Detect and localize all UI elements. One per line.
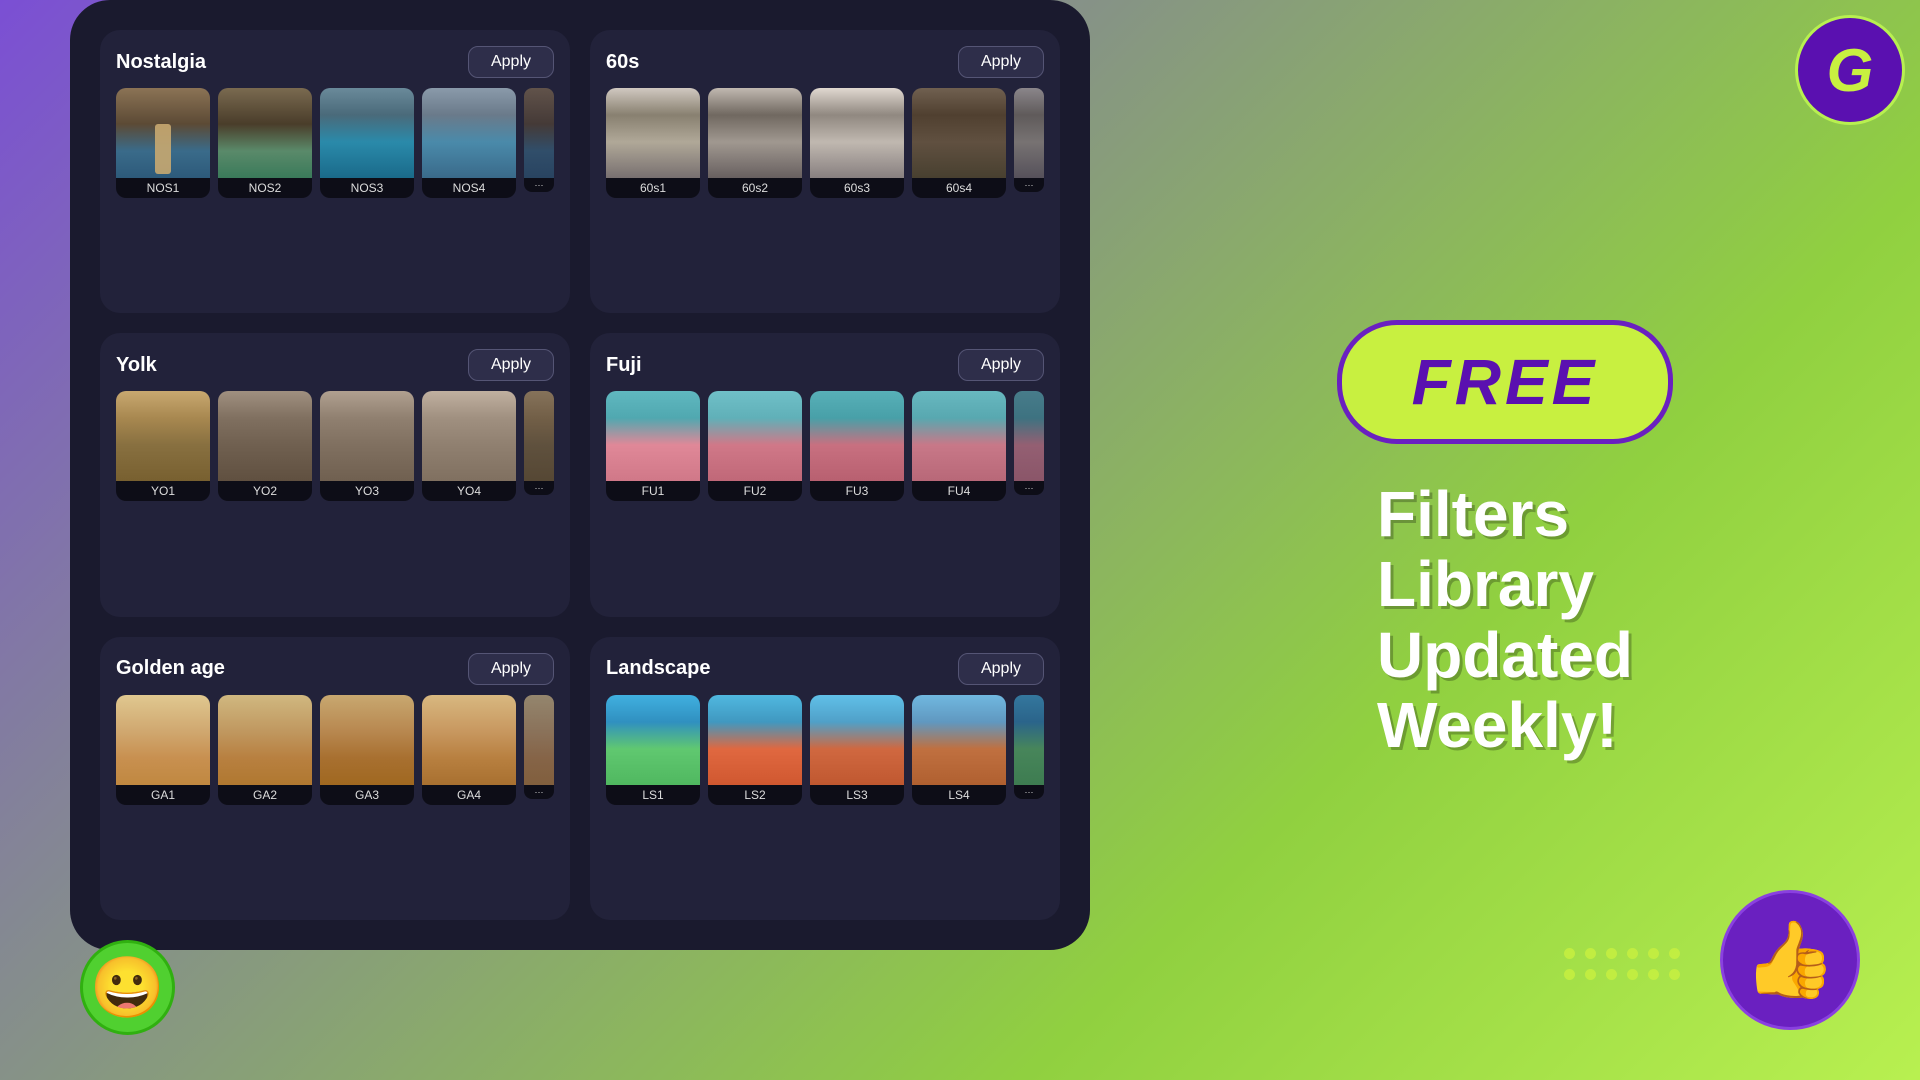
free-label: FREE [1412, 346, 1599, 418]
smiley-icon: 😀 [90, 952, 165, 1023]
thumb-ga5[interactable]: ··· [524, 695, 554, 805]
filter-card-nostalgia: Nostalgia Apply NOS1 NOS2 NOS3 [100, 30, 570, 313]
thumb-label-nos4: NOS4 [422, 178, 516, 198]
logo-badge: G [1795, 15, 1905, 125]
thumb-label-nos1: NOS1 [116, 178, 210, 198]
thumb-yo1[interactable]: YO1 [116, 391, 210, 501]
app-container: Nostalgia Apply NOS1 NOS2 NOS3 [0, 0, 1920, 1080]
thumb-nos2[interactable]: NOS2 [218, 88, 312, 198]
thumb-fu1[interactable]: FU1 [606, 391, 700, 501]
thumb-label-yo3: YO3 [320, 481, 414, 501]
thumb-ls3[interactable]: LS3 [810, 695, 904, 805]
thumb-label-ga2: GA2 [218, 785, 312, 805]
filter-card-landscape: Landscape Apply LS1 LS2 LS3 LS4 [590, 637, 1060, 920]
thumb-yo2[interactable]: YO2 [218, 391, 312, 501]
thumb-yo5[interactable]: ··· [524, 391, 554, 501]
tagline-line2: Library [1377, 549, 1633, 619]
thumb-fu2[interactable]: FU2 [708, 391, 802, 501]
thumb-label-ls1: LS1 [606, 785, 700, 805]
thumb-fu4[interactable]: FU4 [912, 391, 1006, 501]
thumb-ga4[interactable]: GA4 [422, 695, 516, 805]
thumb-fu3[interactable]: FU3 [810, 391, 904, 501]
thumb-fu5[interactable]: ··· [1014, 391, 1044, 501]
thumb-label-nos2: NOS2 [218, 178, 312, 198]
thumb-label-yo1: YO1 [116, 481, 210, 501]
thumb-label-fu2: FU2 [708, 481, 802, 501]
thumb-60s5[interactable]: ··· [1014, 88, 1044, 198]
thumb-label-60s3: 60s3 [810, 178, 904, 198]
filter-title-fuji: Fuji [606, 354, 642, 377]
filter-card-golden-age: Golden age Apply GA1 GA2 GA3 GA [100, 637, 570, 920]
thumb-60s4[interactable]: 60s4 [912, 88, 1006, 198]
thumb-label-fu4: FU4 [912, 481, 1006, 501]
apply-button-golden-age[interactable]: Apply [468, 653, 554, 685]
apply-button-60s[interactable]: Apply [958, 46, 1044, 78]
filter-title-golden-age: Golden age [116, 657, 225, 680]
thumb-label-fu1: FU1 [606, 481, 700, 501]
thumb-nos4[interactable]: NOS4 [422, 88, 516, 198]
thumb-label-ga4: GA4 [422, 785, 516, 805]
tagline-container: Filters Library Updated Weekly! [1377, 479, 1633, 761]
apply-button-landscape[interactable]: Apply [958, 653, 1044, 685]
filter-title-yolk: Yolk [116, 354, 157, 377]
filter-card-fuji: Fuji Apply FU1 FU2 FU3 FU4 [590, 333, 1060, 616]
thumb-nos5[interactable]: ··· [524, 88, 554, 198]
thumb-yo3[interactable]: YO3 [320, 391, 414, 501]
filter-card-60s: 60s Apply 60s1 60s2 60s3 60s4 [590, 30, 1060, 313]
thumb-label-ls4: LS4 [912, 785, 1006, 805]
apply-button-fuji[interactable]: Apply [958, 349, 1044, 381]
thumb-60s1[interactable]: 60s1 [606, 88, 700, 198]
thumb-ls4[interactable]: LS4 [912, 695, 1006, 805]
free-badge: FREE [1337, 320, 1674, 444]
smiley-badge: 😀 [80, 940, 175, 1035]
tagline-line4: Weekly! [1377, 690, 1633, 760]
logo-icon: G [1827, 36, 1874, 105]
dots-decoration [1564, 948, 1680, 980]
thumb-ga1[interactable]: GA1 [116, 695, 210, 805]
thumb-yo4[interactable]: YO4 [422, 391, 516, 501]
thumb-label-ga3: GA3 [320, 785, 414, 805]
thumb-label-yo2: YO2 [218, 481, 312, 501]
filter-title-60s: 60s [606, 51, 639, 74]
thumb-label-ls3: LS3 [810, 785, 904, 805]
apply-button-nostalgia[interactable]: Apply [468, 46, 554, 78]
thumb-label-60s4: 60s4 [912, 178, 1006, 198]
thumb-ls1[interactable]: LS1 [606, 695, 700, 805]
thumb-60s2[interactable]: 60s2 [708, 88, 802, 198]
thumb-nos3[interactable]: NOS3 [320, 88, 414, 198]
apply-button-yolk[interactable]: Apply [468, 349, 554, 381]
filter-card-yolk: Yolk Apply YO1 YO2 YO3 YO4 [100, 333, 570, 616]
thumb-label-ga1: GA1 [116, 785, 210, 805]
thumb-ga3[interactable]: GA3 [320, 695, 414, 805]
thumb-ls5[interactable]: ··· [1014, 695, 1044, 805]
promo-panel: G FREE Filters Library Updated Weekly! [1090, 0, 1920, 1080]
thumb-label-ls2: LS2 [708, 785, 802, 805]
filter-title-nostalgia: Nostalgia [116, 51, 206, 74]
thumb-label-nos3: NOS3 [320, 178, 414, 198]
thumbs-up-icon: 👍 [1743, 916, 1836, 1004]
thumb-ls2[interactable]: LS2 [708, 695, 802, 805]
thumb-nos1[interactable]: NOS1 [116, 88, 210, 198]
thumb-ga2[interactable]: GA2 [218, 695, 312, 805]
filter-panel: Nostalgia Apply NOS1 NOS2 NOS3 [70, 0, 1090, 950]
thumb-label-60s1: 60s1 [606, 178, 700, 198]
thumbs-up-badge: 👍 [1720, 890, 1860, 1030]
filter-title-landscape: Landscape [606, 657, 710, 680]
tagline-line3: Updated [1377, 620, 1633, 690]
thumb-60s3[interactable]: 60s3 [810, 88, 904, 198]
tagline-line1: Filters [1377, 479, 1633, 549]
thumb-label-60s2: 60s2 [708, 178, 802, 198]
thumb-label-fu3: FU3 [810, 481, 904, 501]
thumb-label-yo4: YO4 [422, 481, 516, 501]
